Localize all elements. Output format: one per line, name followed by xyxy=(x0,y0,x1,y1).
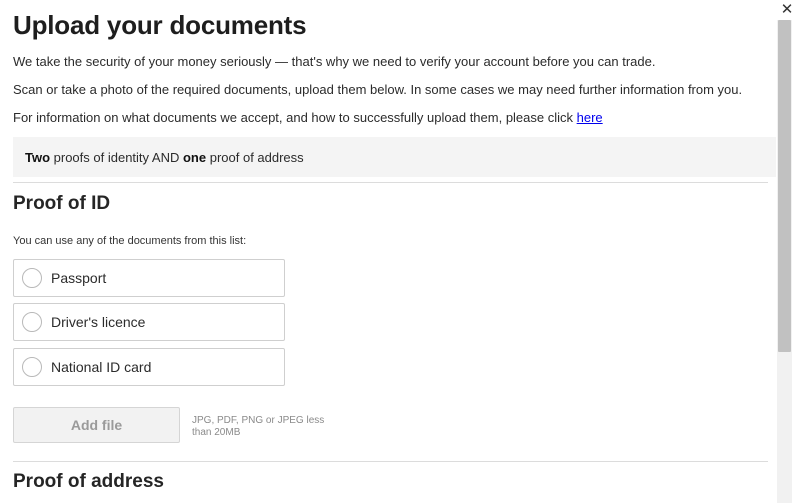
upload-documents-modal: Upload your documents We take the securi… xyxy=(0,0,796,503)
file-requirements-hint: JPG, PDF, PNG or JPEG less than 20MB xyxy=(192,415,325,438)
section-divider xyxy=(13,461,768,462)
option-drivers-licence[interactable]: Driver's licence xyxy=(13,303,285,341)
option-passport[interactable]: Passport xyxy=(13,259,285,297)
intro-security-text: We take the security of your money serio… xyxy=(13,54,656,69)
option-passport-label: Passport xyxy=(51,270,107,286)
intro-scan-text: Scan or take a photo of the required doc… xyxy=(13,82,743,97)
radio-national-id-card[interactable] xyxy=(22,357,42,377)
option-drivers-licence-label: Driver's licence xyxy=(51,314,146,330)
page-title: Upload your documents xyxy=(13,10,307,40)
radio-passport[interactable] xyxy=(22,268,42,288)
scrollbar[interactable] xyxy=(777,20,792,503)
requirements-address-count: one xyxy=(182,150,207,165)
scrollbar-thumb[interactable] xyxy=(778,20,791,352)
proof-of-id-title: Proof of ID xyxy=(13,193,111,214)
proof-of-id-helper: You can use any of the documents from th… xyxy=(13,235,247,247)
add-file-button[interactable]: Add file xyxy=(13,407,180,443)
requirements-id-text: proofs of identity AND xyxy=(50,150,183,165)
option-national-id-card[interactable]: National ID card xyxy=(13,348,285,386)
intro-info-text: For information on what documents we acc… xyxy=(13,110,603,125)
requirements-id-count: Two xyxy=(25,150,51,165)
radio-drivers-licence[interactable] xyxy=(22,312,42,332)
proof-of-address-title: Proof of address xyxy=(13,471,164,492)
intro-info-prefix: For information on what documents we acc… xyxy=(13,110,577,125)
section-divider xyxy=(13,182,768,183)
here-link[interactable]: here xyxy=(577,110,603,125)
requirements-banner: Two proofs of identity AND one proof of … xyxy=(13,137,776,177)
requirements-address-text: proof of address xyxy=(206,150,304,165)
close-icon[interactable]: ✕ xyxy=(779,1,795,18)
option-national-id-card-label: National ID card xyxy=(51,359,152,375)
